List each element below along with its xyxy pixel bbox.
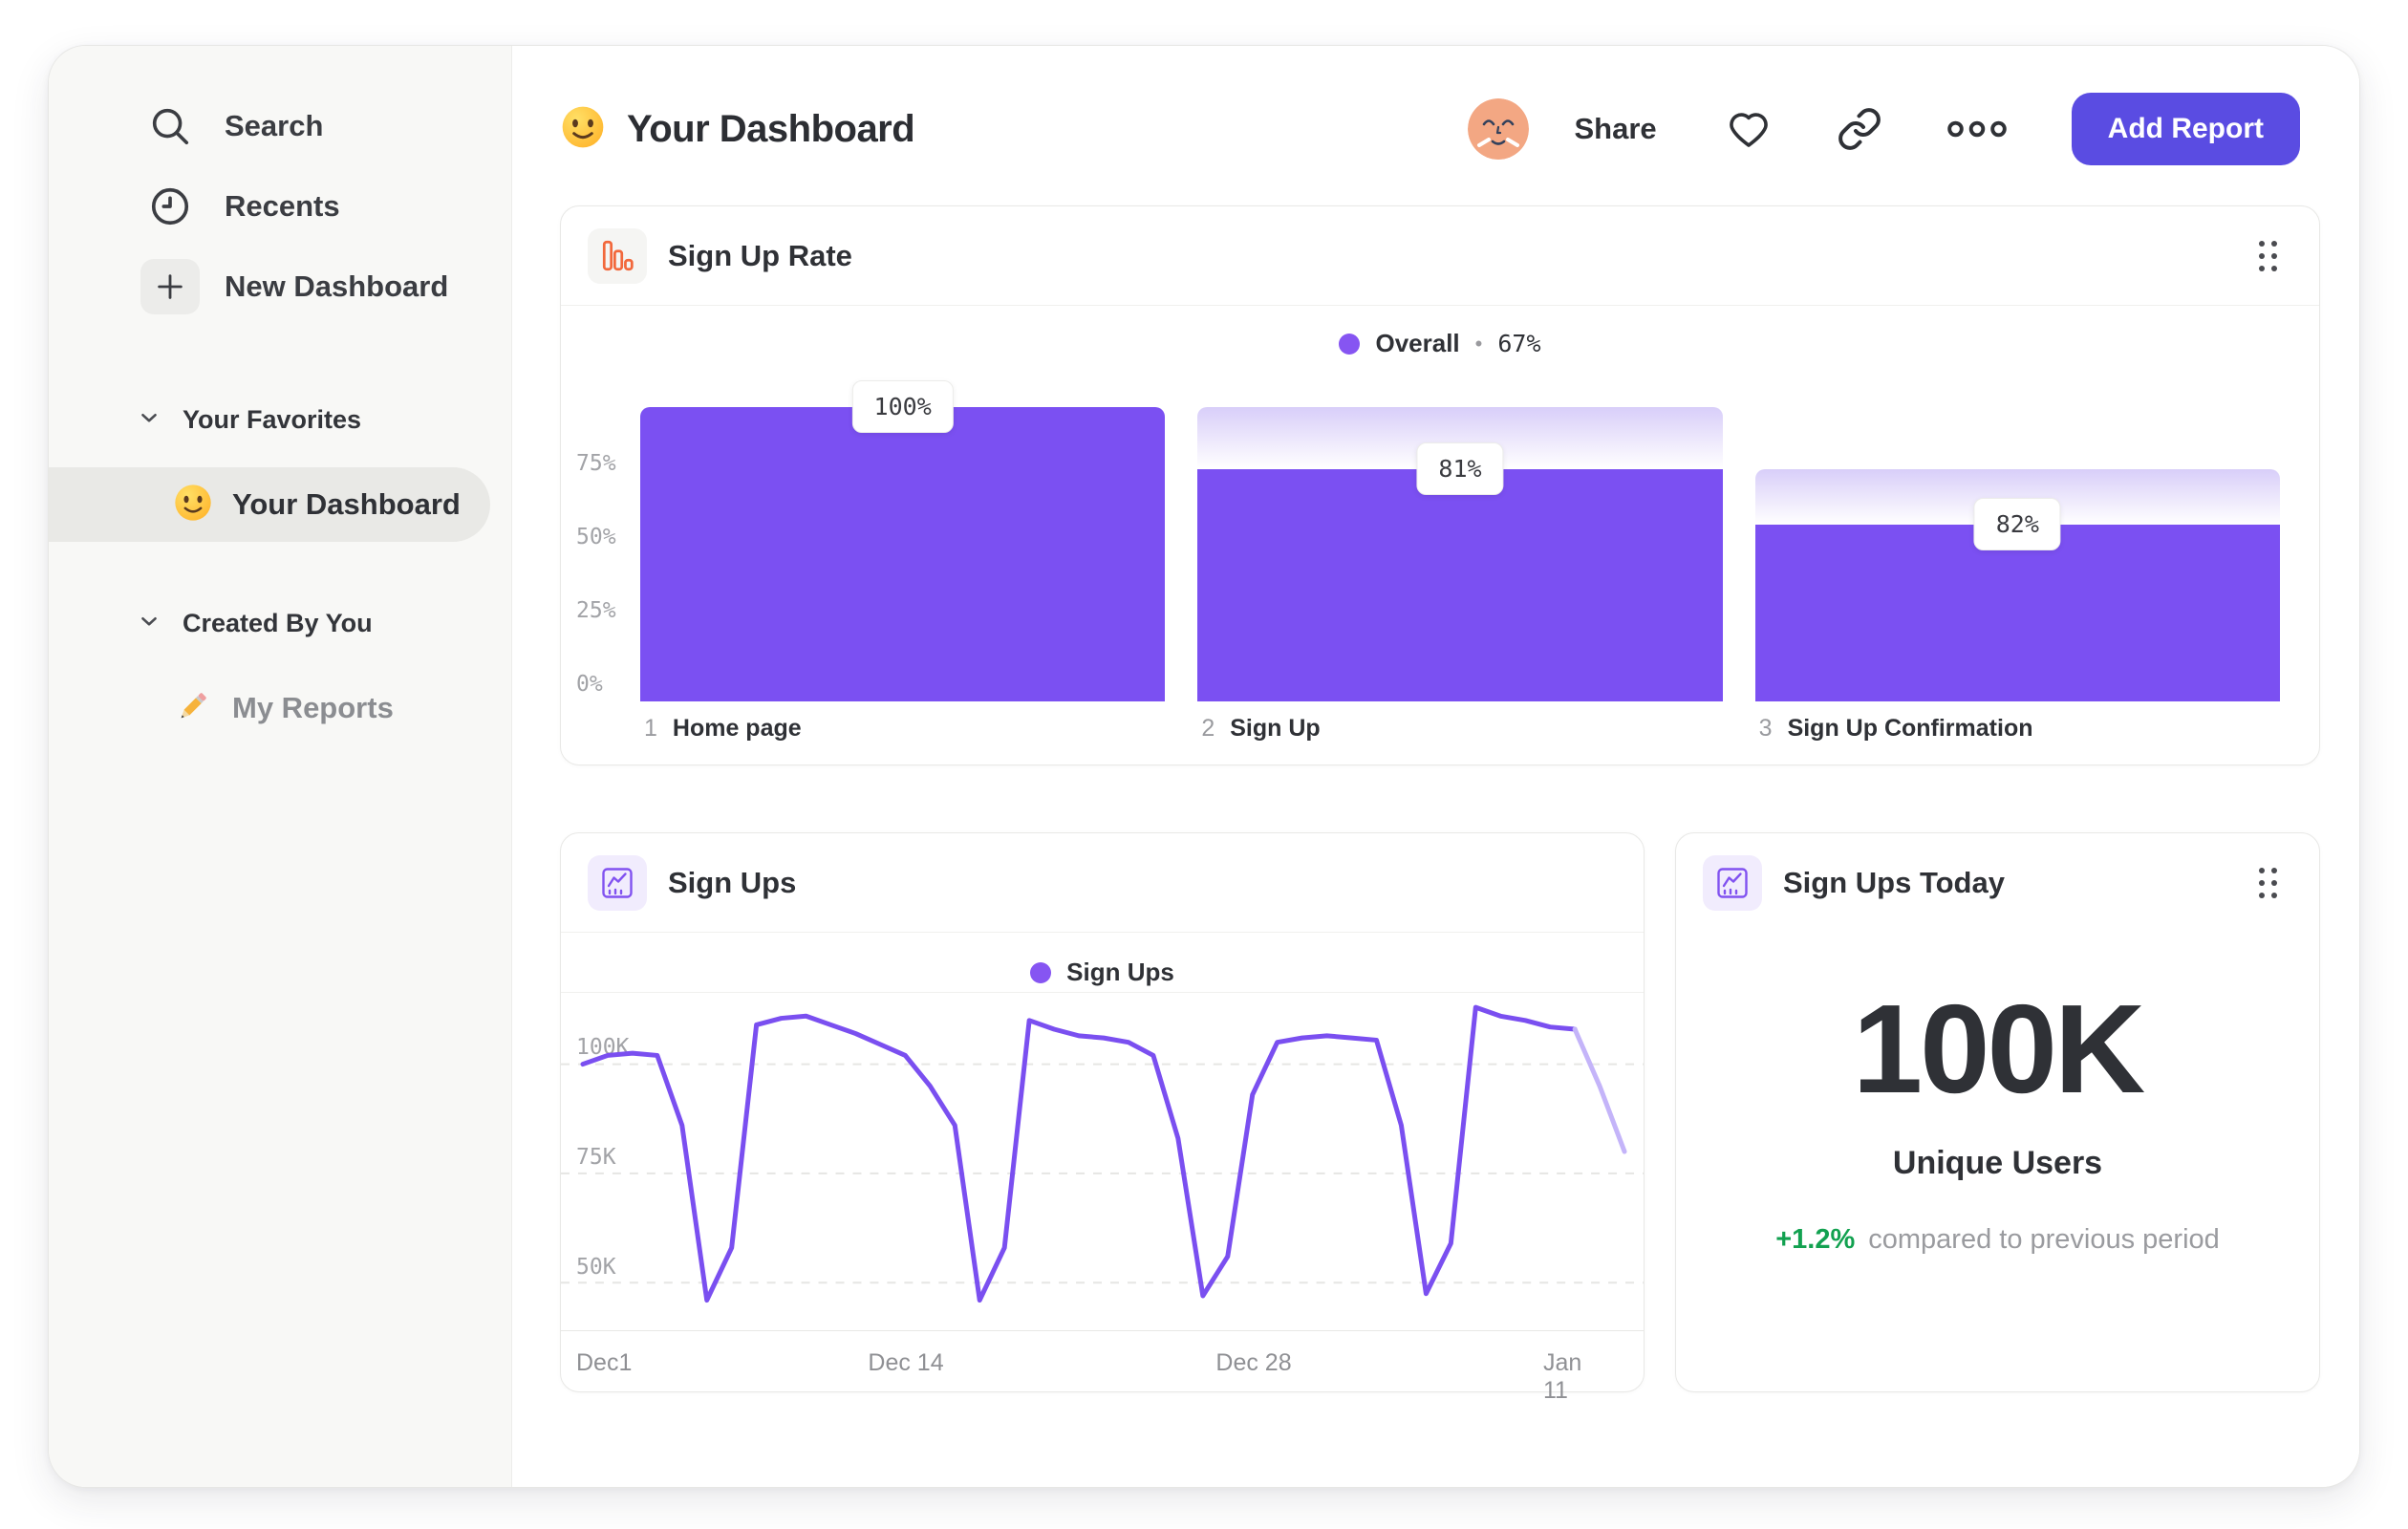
share-button[interactable]: Share bbox=[1575, 112, 1657, 146]
funnel-chart-icon bbox=[588, 227, 647, 284]
add-report-button[interactable]: Add Report bbox=[2071, 93, 2300, 165]
sign-ups-card: Sign Ups Sign Ups 100K 75K 50K Dec1 Dec … bbox=[560, 832, 1645, 1404]
funnel-bar-home-page[interactable]: 100% bbox=[640, 380, 1166, 701]
smiley-emoji bbox=[560, 104, 606, 155]
y-axis-label: 0% bbox=[576, 672, 603, 697]
clock-icon bbox=[140, 179, 200, 234]
step-name: Sign Up bbox=[1230, 715, 1321, 742]
favorite-heart-icon[interactable] bbox=[1724, 106, 1774, 152]
metric-value: 100K bbox=[1852, 979, 2146, 1119]
step-label: 2 Sign Up bbox=[1197, 715, 1722, 743]
legend-dot bbox=[1339, 333, 1361, 355]
screen: Search Recents New Dashboard Your Favori… bbox=[0, 0, 2408, 1529]
page-title: Your Dashboard bbox=[627, 107, 915, 150]
funnel-legend: Overall • 67% bbox=[561, 329, 2319, 358]
line-chart-icon bbox=[588, 854, 647, 911]
plus-icon bbox=[140, 259, 200, 314]
drag-handle-icon[interactable] bbox=[2259, 240, 2277, 271]
legend-dot bbox=[1030, 961, 1052, 983]
delta-percentage: +1.2% bbox=[1775, 1224, 1856, 1255]
smiley-emoji bbox=[173, 483, 213, 528]
y-axis-label: 25% bbox=[576, 598, 616, 623]
sidebar-item-label: Recents bbox=[225, 189, 340, 223]
legend-separator: • bbox=[1474, 331, 1483, 355]
metric-delta-row: +1.2% compared to previous period bbox=[1775, 1224, 2220, 1256]
line-chart-svg bbox=[561, 1004, 1644, 1303]
drag-handle-icon[interactable] bbox=[2259, 868, 2277, 898]
sidebar-item-my-reports[interactable]: My Reports bbox=[49, 671, 511, 745]
funnel-bar bbox=[1754, 525, 2280, 701]
favorites-section-header[interactable]: Your Favorites bbox=[49, 405, 511, 435]
x-axis-label: Dec1 bbox=[576, 1349, 633, 1376]
y-axis-label: 75% bbox=[576, 451, 616, 476]
created-by-you-section-header[interactable]: Created By You bbox=[49, 609, 511, 638]
card-title: Sign Up Rate bbox=[668, 238, 852, 272]
sidebar-item-label: Your Dashboard bbox=[232, 487, 461, 521]
legend-series-name: Sign Ups bbox=[1066, 958, 1174, 986]
card-header: Sign Ups bbox=[561, 833, 1644, 933]
line-chart-icon bbox=[1703, 855, 1762, 911]
line-legend: Sign Ups bbox=[561, 958, 1644, 987]
x-axis-label: Dec 14 bbox=[868, 1349, 944, 1376]
sidebar-item-recents[interactable]: Recents bbox=[49, 180, 511, 233]
funnel-bar-sign-up-confirmation[interactable]: 82% bbox=[1754, 407, 2280, 701]
legend-series-name: Overall bbox=[1375, 329, 1460, 357]
more-options-icon[interactable] bbox=[1946, 115, 2009, 143]
x-axis-label: Dec 28 bbox=[1215, 1349, 1292, 1376]
sidebar-item-new-dashboard[interactable]: New Dashboard bbox=[49, 259, 511, 314]
sidebar-section-favorites: Your Favorites Your Dashboard bbox=[49, 405, 511, 542]
step-label: 3 Sign Up Confirmation bbox=[1755, 715, 2280, 743]
step-number: 3 bbox=[1758, 715, 1773, 742]
conversion-chip: 82% bbox=[1973, 498, 2061, 551]
app-window: Search Recents New Dashboard Your Favori… bbox=[48, 45, 2360, 1488]
sidebar-item-your-dashboard[interactable]: Your Dashboard bbox=[49, 467, 490, 542]
sidebar-item-label: My Reports bbox=[232, 691, 394, 724]
step-number: 1 bbox=[644, 715, 657, 742]
step-name: Home page bbox=[672, 715, 802, 742]
line-chart-plot[interactable] bbox=[561, 992, 1644, 1331]
funnel-plot: 100% 81% 82% bbox=[640, 380, 2280, 701]
sidebar-item-search[interactable]: Search bbox=[49, 99, 511, 153]
delta-note: compared to previous period bbox=[1868, 1224, 2220, 1255]
metric-label: Unique Users bbox=[1892, 1145, 2103, 1181]
section-title: Created By You bbox=[183, 609, 373, 637]
step-label: 1 Home page bbox=[640, 715, 1165, 743]
legend-overall-value: 67% bbox=[1497, 330, 1541, 357]
y-axis-label: 50% bbox=[576, 525, 616, 549]
conversion-chip: 100% bbox=[851, 380, 954, 433]
main-content: Your Dashboard Share Add Report Sign Up … bbox=[512, 46, 2359, 1487]
dashboard-header: Your Dashboard Share Add Report bbox=[512, 46, 2359, 199]
sign-ups-today-card: Sign Ups Today 100K Unique Users +1.2% co… bbox=[1675, 832, 2320, 1392]
pencil-emoji bbox=[173, 686, 213, 731]
search-icon bbox=[140, 98, 200, 154]
card-header: Sign Ups Today bbox=[1676, 833, 2319, 933]
sidebar-item-label: New Dashboard bbox=[225, 269, 449, 303]
avatar[interactable] bbox=[1467, 98, 1529, 160]
funnel-bar-sign-up[interactable]: 81% bbox=[1197, 407, 1723, 701]
sidebar-section-created-by-you: Created By You My Reports bbox=[49, 609, 511, 745]
funnel-bar bbox=[1197, 468, 1723, 701]
sign-up-rate-card: Sign Up Rate Overall • 67% 75% 50% 25% 0… bbox=[560, 205, 2320, 765]
section-title: Your Favorites bbox=[183, 405, 362, 434]
card-title: Sign Ups bbox=[668, 865, 797, 899]
chevron-down-icon bbox=[137, 405, 161, 435]
chevron-down-icon bbox=[137, 609, 161, 638]
conversion-chip: 81% bbox=[1416, 441, 1504, 495]
funnel-step-labels: 1 Home page 2 Sign Up 3 Sign Up Confirma… bbox=[640, 715, 2280, 743]
card-title: Sign Ups Today bbox=[1783, 866, 2005, 899]
sidebar: Search Recents New Dashboard Your Favori… bbox=[49, 46, 512, 1487]
copy-link-icon[interactable] bbox=[1837, 106, 1882, 152]
card-header: Sign Up Rate bbox=[561, 206, 2319, 306]
step-name: Sign Up Confirmation bbox=[1787, 715, 2033, 742]
x-axis-label: Jan 11 bbox=[1543, 1349, 1582, 1404]
metric-body: 100K Unique Users +1.2% compared to previ… bbox=[1676, 986, 2319, 1256]
sidebar-item-label: Search bbox=[225, 109, 324, 142]
funnel-bar bbox=[640, 407, 1166, 701]
step-number: 2 bbox=[1201, 715, 1215, 742]
